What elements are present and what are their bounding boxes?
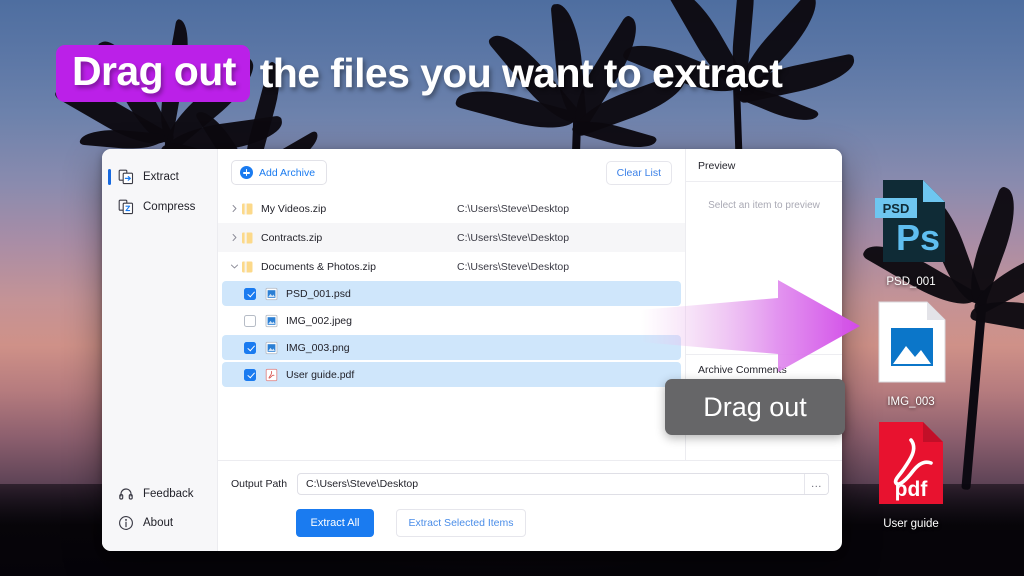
- output-path-label: Output Path: [231, 478, 287, 490]
- file-name: PSD_001.psd: [286, 288, 351, 300]
- output-path-field[interactable]: C:\Users\Steve\Desktop ...: [297, 473, 829, 495]
- headline-banner: Drag out the files you want to extract: [56, 40, 984, 106]
- browse-button[interactable]: ...: [804, 474, 828, 494]
- archive-name: My Videos.zip: [261, 203, 457, 215]
- info-icon: [118, 515, 134, 531]
- file-name: User guide.pdf: [286, 369, 354, 381]
- archive-file-list: My Videos.zip C:\Users\Steve\Desktop: [218, 192, 685, 460]
- file-name: IMG_003.png: [286, 342, 350, 354]
- archive-list-column: Add Archive Clear List: [218, 149, 686, 460]
- file-row[interactable]: IMG_002.jpeg: [222, 308, 681, 333]
- file-checkbox[interactable]: [244, 315, 256, 327]
- archive-path: C:\Users\Steve\Desktop: [457, 261, 569, 273]
- desktop-icon-label: User guide: [883, 518, 939, 530]
- file-row[interactable]: User guide.pdf: [222, 362, 681, 387]
- sidebar: Extract Compress: [102, 149, 218, 551]
- pdf-file-icon: [265, 368, 278, 382]
- zip-folder-icon: [241, 202, 254, 216]
- sidebar-item-feedback[interactable]: Feedback: [102, 479, 217, 508]
- archive-path: C:\Users\Steve\Desktop: [457, 203, 569, 215]
- add-archive-label: Add Archive: [259, 167, 315, 179]
- clear-list-button[interactable]: Clear List: [606, 161, 672, 185]
- image-file-icon: [875, 300, 947, 389]
- preview-title: Preview: [686, 149, 842, 182]
- footer: Output Path C:\Users\Steve\Desktop ... E…: [218, 460, 842, 551]
- desktop-icon-pdf[interactable]: pdf User guide: [856, 420, 966, 530]
- list-toolbar: Add Archive Clear List: [218, 149, 685, 192]
- file-checkbox[interactable]: [244, 288, 256, 300]
- sidebar-item-label: Extract: [143, 171, 179, 183]
- sidebar-spacer: [102, 222, 217, 479]
- desktop-icon-psd[interactable]: PSD Ps PSD_001: [856, 178, 966, 288]
- main-area: Add Archive Clear List: [218, 149, 842, 551]
- archive-path: C:\Users\Steve\Desktop: [457, 232, 569, 244]
- archive-row[interactable]: Contracts.zip C:\Users\Steve\Desktop: [218, 223, 685, 252]
- zip-folder-icon: [241, 231, 254, 245]
- extract-icon: [118, 169, 134, 185]
- file-name: IMG_002.jpeg: [286, 315, 352, 327]
- archive-row[interactable]: Documents & Photos.zip C:\Users\Steve\De…: [218, 252, 685, 281]
- chevron-right-icon[interactable]: [227, 204, 241, 213]
- plus-circle-icon: [240, 166, 253, 179]
- chevron-right-icon[interactable]: [227, 233, 241, 242]
- sidebar-item-label: Compress: [143, 201, 195, 213]
- svg-text:pdf: pdf: [895, 478, 929, 501]
- output-path-row: Output Path C:\Users\Steve\Desktop ...: [231, 473, 829, 495]
- image-file-icon: [265, 341, 278, 355]
- compress-icon: [118, 199, 134, 215]
- add-archive-button[interactable]: Add Archive: [231, 160, 327, 185]
- file-row[interactable]: IMG_003.png: [222, 335, 681, 360]
- pdf-file-icon: pdf: [873, 420, 949, 511]
- sidebar-item-about[interactable]: About: [102, 508, 217, 537]
- desktop-icon-label: IMG_003: [887, 396, 934, 408]
- psd-file-icon: PSD Ps: [873, 178, 949, 269]
- action-buttons-row: Extract All Extract Selected Items: [231, 509, 829, 537]
- file-checkbox[interactable]: [244, 342, 256, 354]
- svg-text:Ps: Ps: [896, 217, 940, 258]
- output-path-value: C:\Users\Steve\Desktop: [298, 478, 804, 490]
- chevron-down-icon[interactable]: [227, 262, 241, 271]
- headline-highlight: Drag out: [56, 45, 250, 102]
- zip-folder-icon: [241, 260, 254, 274]
- sidebar-item-compress[interactable]: Compress: [102, 192, 217, 222]
- drag-out-tooltip: Drag out: [665, 379, 845, 435]
- desktop-icon-label: PSD_001: [886, 276, 935, 288]
- drag-out-tooltip-text: Drag out: [703, 392, 807, 423]
- archive-name: Documents & Photos.zip: [261, 261, 457, 273]
- preview-empty-text: Select an item to preview: [708, 200, 820, 354]
- sidebar-item-extract[interactable]: Extract: [102, 162, 217, 192]
- image-file-icon: [265, 287, 278, 301]
- extract-all-button[interactable]: Extract All: [296, 509, 374, 537]
- app-window: Extract Compress: [102, 149, 842, 551]
- sidebar-bottom-group: Feedback About: [102, 479, 217, 551]
- sidebar-item-label: Feedback: [143, 488, 194, 500]
- image-file-icon: [265, 314, 278, 328]
- file-row[interactable]: PSD_001.psd: [222, 281, 681, 306]
- desktop-icon-image[interactable]: IMG_003: [856, 300, 966, 408]
- headline-text: the files you want to extract: [260, 53, 783, 94]
- file-checkbox[interactable]: [244, 369, 256, 381]
- extract-selected-button[interactable]: Extract Selected Items: [396, 509, 526, 537]
- archive-name: Contracts.zip: [261, 232, 457, 244]
- preview-body: Select an item to preview: [686, 182, 842, 354]
- svg-text:PSD: PSD: [883, 201, 910, 216]
- headset-icon: [118, 486, 134, 502]
- sidebar-item-label: About: [143, 517, 173, 529]
- archive-row[interactable]: My Videos.zip C:\Users\Steve\Desktop: [218, 194, 685, 223]
